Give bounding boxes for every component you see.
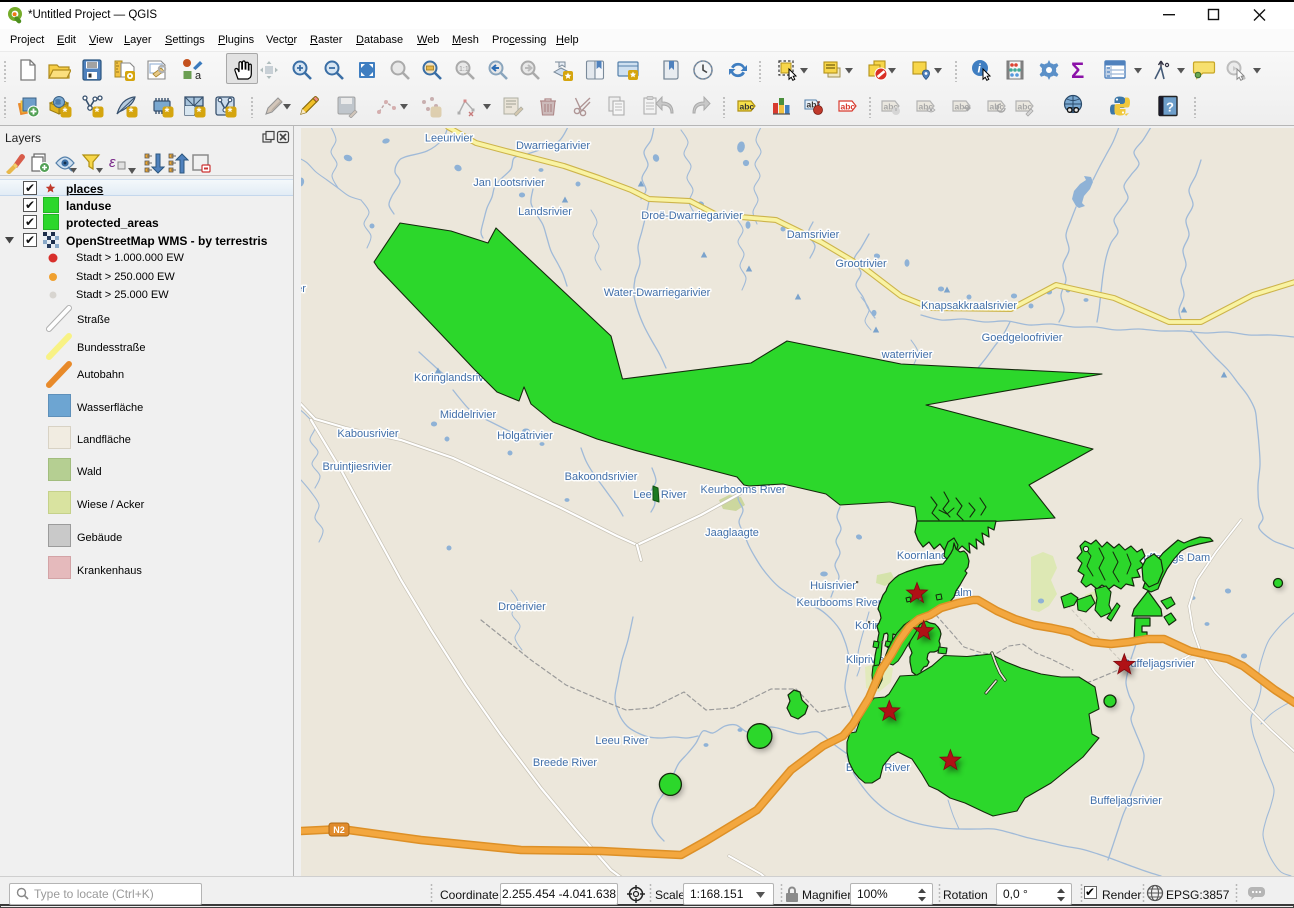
svg-text:Landsrivier: Landsrivier <box>518 206 572 218</box>
svg-text:Breede River: Breede River <box>533 757 598 769</box>
svg-text:Leeurivier: Leeurivier <box>425 133 474 145</box>
svg-text:abc: abc <box>841 102 856 112</box>
svg-text:Huisrivier: Huisrivier <box>810 580 856 592</box>
svg-text:*: * <box>63 105 68 118</box>
svg-text:Koornland: Koornland <box>897 550 947 562</box>
svg-text:Kabousrivier: Kabousrivier <box>337 428 398 440</box>
svg-text:Knapsakkraalsrivier: Knapsakkraalsrivier <box>921 300 1017 312</box>
svg-text:Jan Lootsrivier: Jan Lootsrivier <box>473 177 545 189</box>
svg-text:Middelrivier: Middelrivier <box>440 409 497 421</box>
svg-text:Goedgeloofrivier: Goedgeloofrivier <box>982 332 1063 344</box>
svg-text:Keurbooms River: Keurbooms River <box>797 597 882 609</box>
svg-text:Droë-Dwarriegarivier: Droë-Dwarriegarivier <box>641 210 743 222</box>
svg-text:Bakoondsrivier: Bakoondsrivier <box>565 471 638 483</box>
svg-text:Droërivier: Droërivier <box>498 601 546 613</box>
svg-text:waterrivier: waterrivier <box>881 349 933 361</box>
svg-text:Buffeljagsrivier: Buffeljagsrivier <box>1090 795 1162 807</box>
svg-text:abc: abc <box>740 102 755 112</box>
svg-text:Leeu River: Leeu River <box>633 489 687 501</box>
svg-text:*: * <box>95 105 100 118</box>
svg-text:a: a <box>195 70 202 82</box>
svg-text:ε: ε <box>109 154 116 171</box>
svg-text:?: ? <box>1166 100 1174 115</box>
svg-text:Holgatrivier: Holgatrivier <box>497 430 553 442</box>
svg-text:Grootrivier: Grootrivier <box>835 258 887 270</box>
svg-text:rivier: rivier <box>301 283 306 295</box>
svg-text:N2: N2 <box>333 825 345 835</box>
svg-text:1:1: 1:1 <box>459 66 469 73</box>
svg-text:Bruintjiesrivier: Bruintjiesrivier <box>322 461 391 473</box>
svg-text:Σ: Σ <box>1071 58 1084 82</box>
svg-text:Jaaglaagte: Jaaglaagte <box>705 527 759 539</box>
svg-text:*: * <box>228 105 233 118</box>
svg-text:*: * <box>197 105 202 118</box>
svg-text:*: * <box>165 105 170 118</box>
svg-text:Dwarriegarivier: Dwarriegarivier <box>516 140 590 152</box>
svg-text:Leeu River: Leeu River <box>595 735 649 747</box>
svg-text:*: * <box>129 105 134 118</box>
svg-text:Keurbooms River: Keurbooms River <box>701 484 786 496</box>
svg-text:Damsrivier: Damsrivier <box>787 229 840 241</box>
svg-text:Water-Dwarriegarivier: Water-Dwarriegarivier <box>604 287 711 299</box>
